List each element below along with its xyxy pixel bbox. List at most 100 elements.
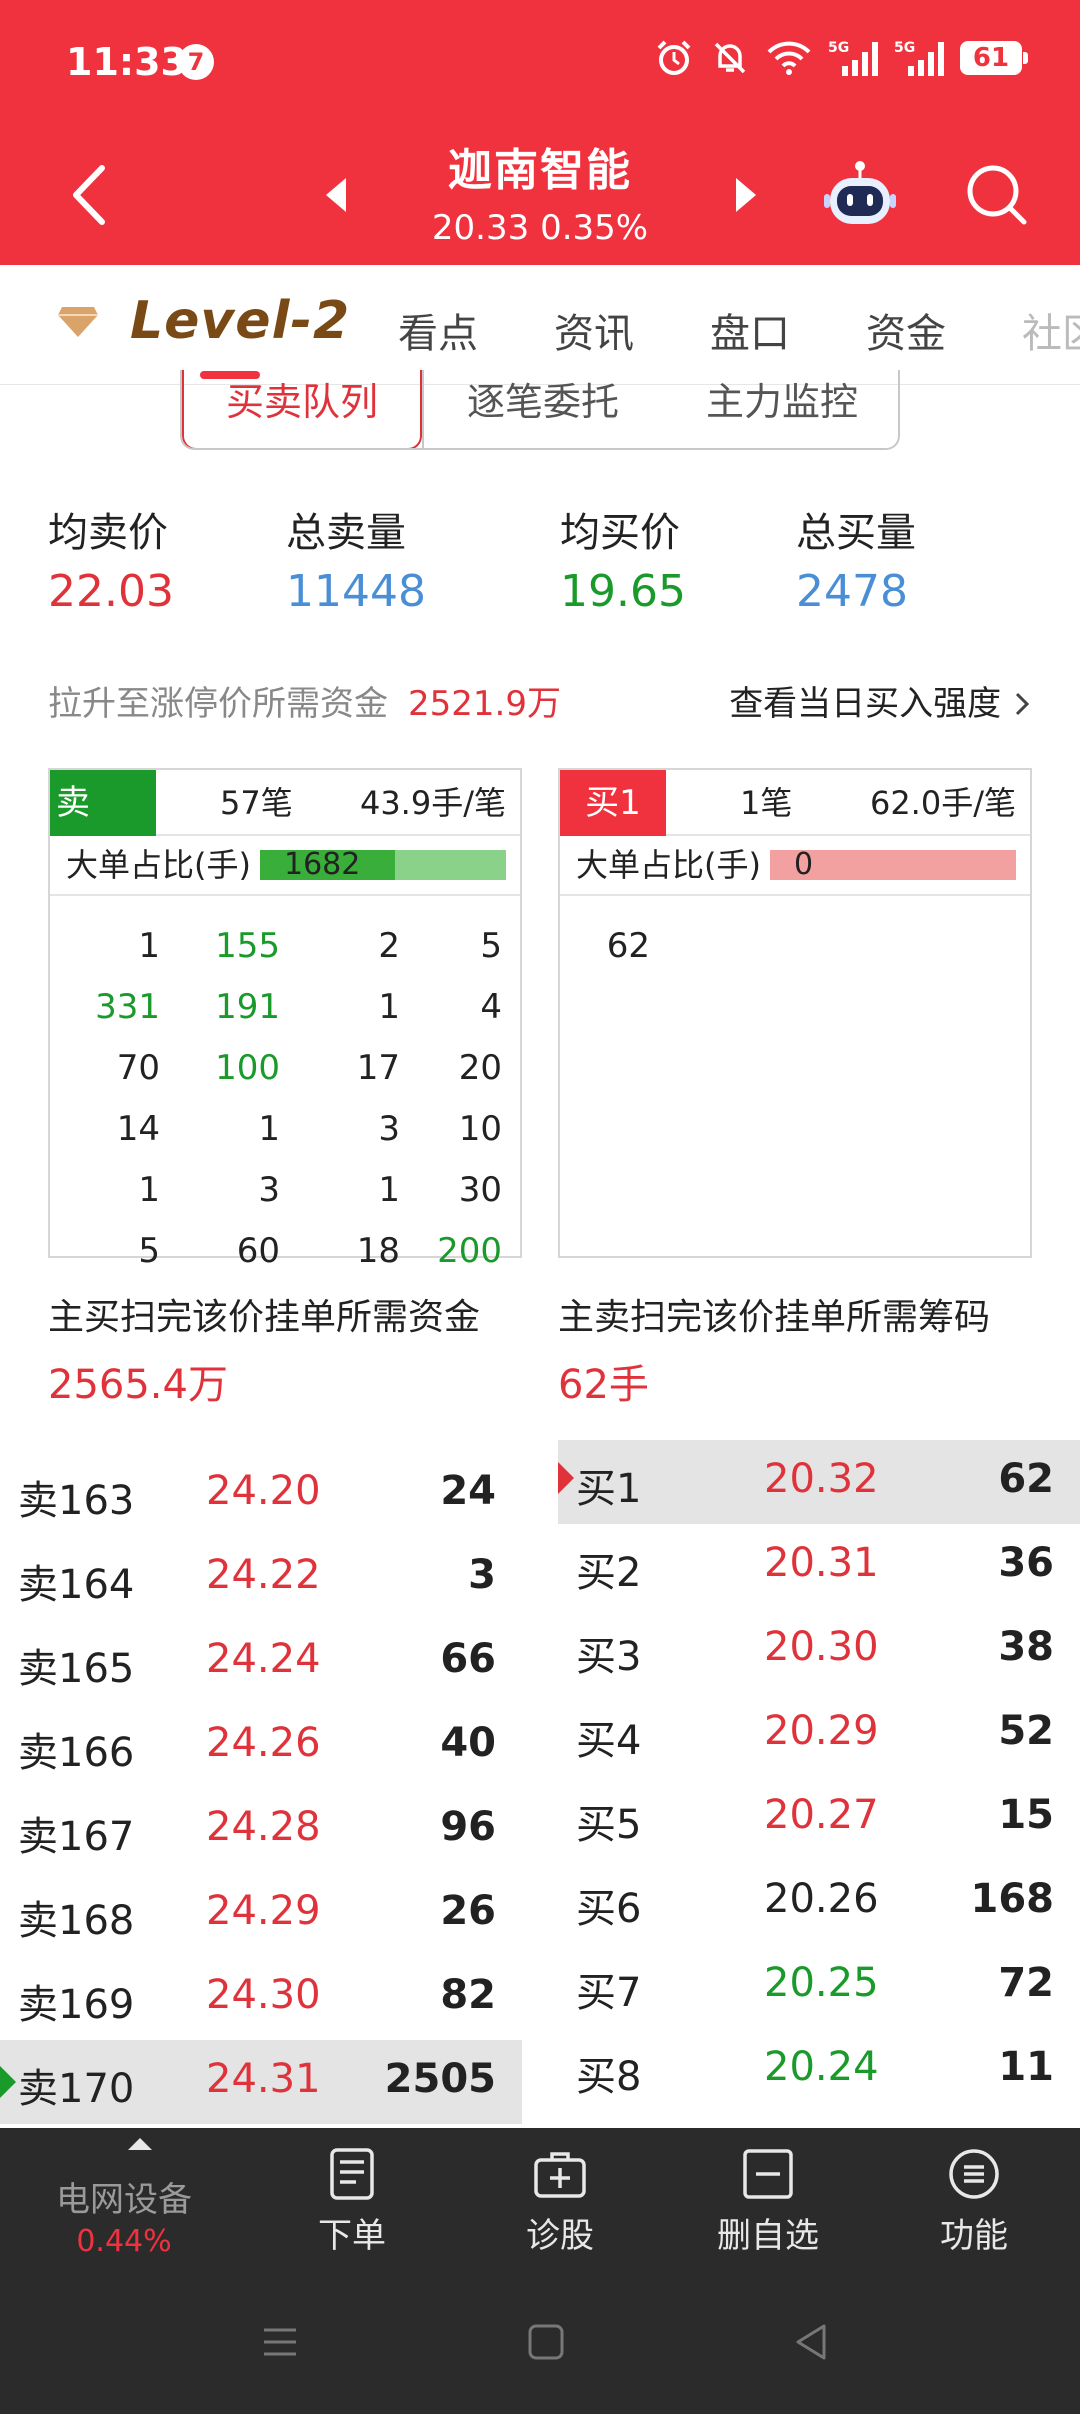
tab-kandian[interactable]: 看点	[398, 301, 478, 359]
back-button[interactable]	[62, 160, 122, 230]
bottom-toolbar: 电网设备 0.44% 下单 诊股 删自选 功能	[0, 2128, 1080, 2268]
triangle-left-icon	[326, 178, 346, 212]
buy-book-row[interactable]: 买5 20.27 15	[558, 1776, 1080, 1860]
sell-level-volume: 26	[440, 1888, 496, 1934]
sell-queue-cell: 1	[378, 1170, 400, 1210]
tab-order-book[interactable]: 盘口	[710, 301, 790, 359]
buy-level-volume: 62	[998, 1456, 1054, 1502]
sell-book-row[interactable]: 卖169 24.30 82	[0, 1956, 522, 2040]
subtab-tick-orders[interactable]: 逐笔委托	[422, 370, 662, 448]
sell-book-row[interactable]: 卖166 24.26 40	[0, 1704, 522, 1788]
tab-news[interactable]: 资讯	[554, 301, 634, 359]
total-sell-label: 总卖量	[286, 510, 406, 556]
buy-book-row[interactable]: 买4 20.29 52	[558, 1692, 1080, 1776]
home-button[interactable]	[516, 2312, 576, 2372]
buy-level-volume: 52	[998, 1708, 1054, 1754]
buy-level-volume: 11	[998, 2044, 1054, 2090]
avg-buy-label: 均买价	[560, 510, 680, 556]
sell-queue-cell: 70	[116, 1048, 160, 1088]
buy-strength-label: 查看当日买入强度	[729, 684, 1002, 724]
caret-up-icon	[128, 2138, 152, 2150]
wifi-icon	[767, 41, 811, 75]
robot-assistant-button[interactable]	[820, 156, 900, 236]
buy-strength-link[interactable]: 查看当日买入强度	[729, 676, 1032, 725]
buy-book-row[interactable]: 买1 20.32 62	[558, 1440, 1080, 1524]
sell-queue-avg: 43.9手/笔	[359, 784, 506, 822]
buy-level-label: 买7	[576, 1970, 642, 2016]
stock-price-change: 20.33 0.35%	[431, 208, 649, 248]
avg-buy-value: 19.65	[560, 566, 686, 617]
buy-book-row[interactable]: 买6 20.26 168	[558, 1860, 1080, 1944]
sell-level-label: 卖163	[18, 1478, 135, 1524]
square-icon	[528, 2324, 564, 2360]
buy-level-volume: 72	[998, 1960, 1054, 2006]
search-button[interactable]	[962, 160, 1032, 230]
status-icons: 5G 5G 61	[654, 38, 1028, 78]
order-button[interactable]: 下单	[244, 2128, 460, 2268]
diagnose-button[interactable]: 诊股	[452, 2128, 668, 2268]
sell-book-row[interactable]: 卖167 24.28 96	[0, 1788, 522, 1872]
sell-level-price: 24.20	[206, 1468, 321, 1514]
buy-level-volume: 168	[970, 1876, 1055, 1922]
next-stock-button[interactable]	[726, 172, 766, 218]
sell-queue-tag: 卖170	[50, 770, 156, 889]
sell-level-price: 24.29	[206, 1888, 321, 1934]
sell-book-row[interactable]: 卖165 24.24 66	[0, 1620, 522, 1704]
avg-sell-value: 22.03	[48, 566, 174, 617]
sell-queue-box: 卖170 57笔 43.9手/笔 大单占比(手) 1682 1 155 2 5 331 1…	[48, 768, 522, 1271]
recent-apps-button[interactable]	[250, 2312, 310, 2372]
sell-level-label: 卖166	[18, 1730, 135, 1776]
stock-title: 迦南智能 20.33 0.35%	[380, 134, 700, 248]
sweep-shares-label: 主卖扫完该价挂单所需筹码	[558, 1297, 991, 1338]
sell-book-row[interactable]: 卖170 24.31 2505	[0, 2040, 522, 2124]
notification-badge: 7	[178, 44, 214, 80]
sell-level-volume: 66	[440, 1636, 496, 1682]
remove-watchlist-button[interactable]: 删自选	[660, 2128, 876, 2268]
sell-queue-cell: 30	[458, 1170, 502, 1210]
sell-queue-cell: 14	[116, 1109, 160, 1149]
header: 迦南智能 20.33 0.35%	[0, 120, 1080, 265]
tab-community[interactable]: 社区	[1022, 301, 1080, 359]
sell-level-volume: 96	[440, 1804, 496, 1850]
order-label: 下单	[318, 2216, 386, 2256]
buy-book-row[interactable]: 买2 20.31 36	[558, 1524, 1080, 1608]
buy-book-row[interactable]: 买7 20.25 72	[558, 1944, 1080, 2028]
buy-level-price: 20.25	[764, 1960, 879, 2006]
signal-5g-icon: 5G	[828, 40, 878, 76]
system-back-button[interactable]	[782, 2312, 842, 2372]
buy-level-price: 20.29	[764, 1708, 879, 1754]
tab-funds[interactable]: 资金	[866, 301, 946, 359]
sell-level-price: 24.28	[206, 1804, 321, 1850]
tab-level2[interactable]: Level-2	[56, 291, 350, 351]
subtab-queue[interactable]: 买卖队列	[182, 370, 422, 448]
buy-level-label: 买3	[576, 1634, 642, 1680]
sell-queue-cell: 1	[138, 926, 160, 966]
sector-shortcut[interactable]: 电网设备 0.44%	[16, 2128, 232, 2268]
subtab-main-monitor[interactable]: 主力监控	[662, 370, 898, 448]
sell-level-price: 24.30	[206, 1972, 321, 2018]
sell-level-label: 卖167	[18, 1814, 135, 1860]
sell-queue-cell: 100	[215, 1048, 280, 1088]
sell-book-row[interactable]: 卖164 24.22 3	[0, 1536, 522, 1620]
sell-level-price: 24.31	[206, 2056, 321, 2102]
avg-sell-label: 均卖价	[48, 510, 168, 556]
buy-ratio-value: 0	[794, 847, 814, 882]
system-nav-bar	[0, 2268, 1080, 2414]
sell-book-row[interactable]: 卖168 24.29 26	[0, 1872, 522, 1956]
chevron-left-icon	[73, 165, 105, 225]
sell-big-order-ratio: 大单占比(手) 1682	[50, 836, 520, 896]
sell-queue-cell: 155	[215, 926, 280, 966]
sell-level-volume: 24	[440, 1468, 496, 1514]
minus-box-icon	[743, 2149, 793, 2199]
sell-queue-cell: 200	[437, 1231, 502, 1271]
sell-book-row[interactable]: 卖163 24.20 24	[0, 1452, 522, 1536]
buy-book-row[interactable]: 买8 20.24 11	[558, 2028, 1080, 2112]
sector-name: 电网设备	[56, 2180, 192, 2220]
buy-level-volume: 36	[998, 1540, 1054, 1586]
prev-stock-button[interactable]	[316, 172, 356, 218]
buy-book-row[interactable]: 买3 20.30 38	[558, 1608, 1080, 1692]
stock-name: 迦南智能	[448, 145, 632, 196]
functions-button[interactable]: 功能	[866, 2128, 1080, 2268]
buy-level-label: 买8	[576, 2054, 642, 2100]
sell-level-label: 卖165	[18, 1646, 135, 1692]
